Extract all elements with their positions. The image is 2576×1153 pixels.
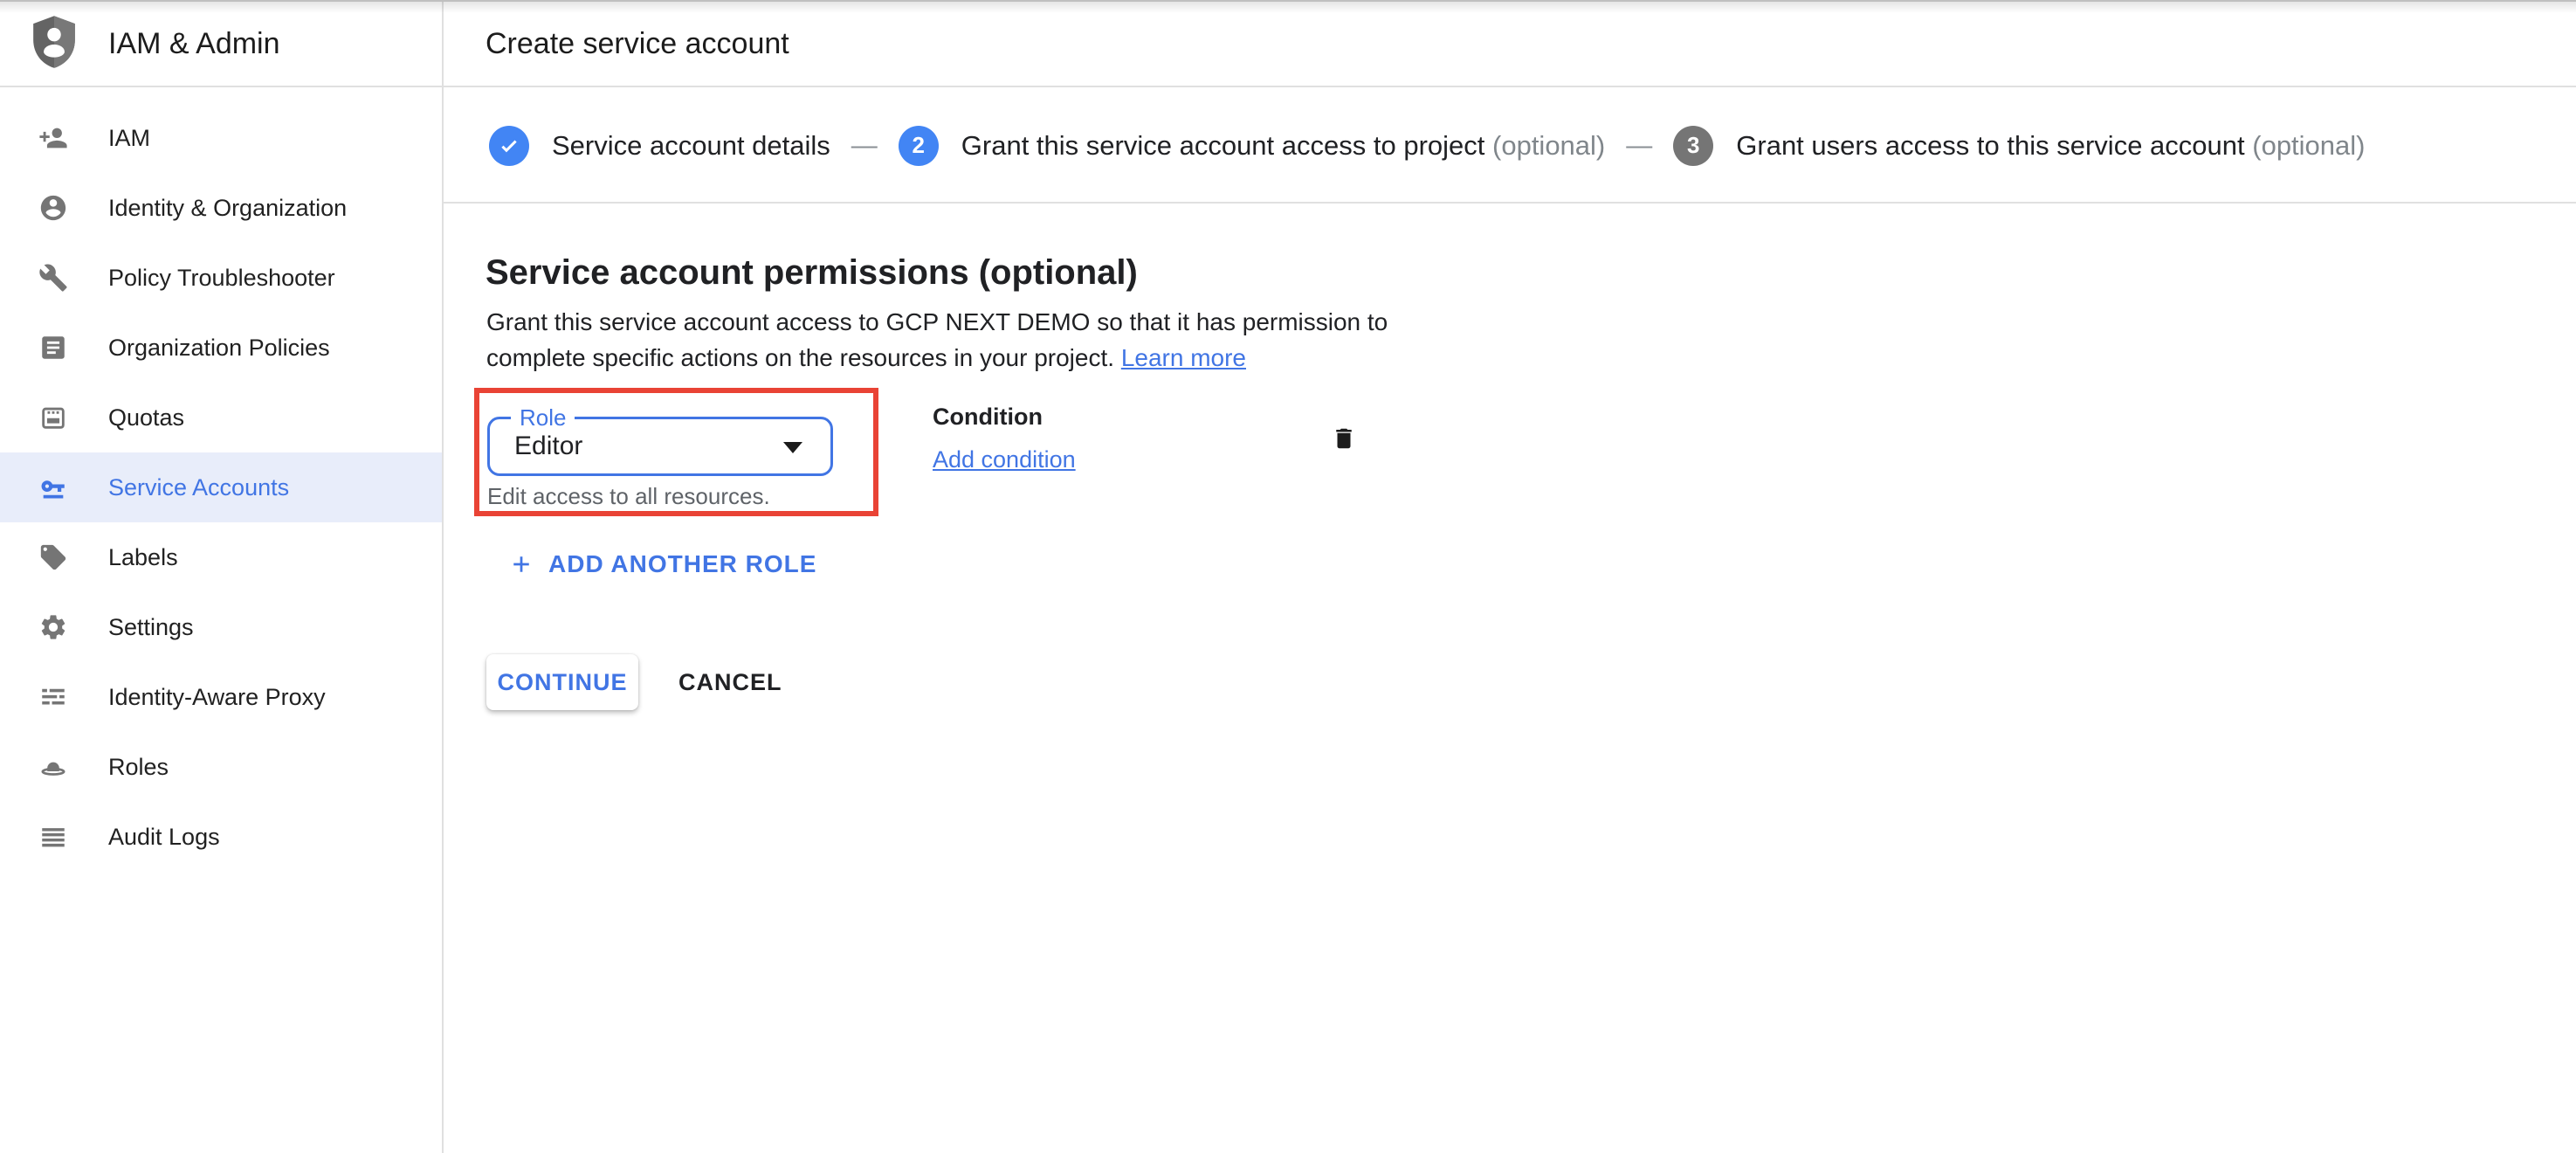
description-line2: complete specific actions on the resourc… — [486, 344, 1246, 371]
step-optional-tag: (optional) — [1492, 129, 1606, 161]
stepper: Service account details — 2 Grant this s… — [444, 89, 2576, 204]
sidebar-item-identity-aware-proxy[interactable]: Identity-Aware Proxy — [0, 662, 442, 732]
key-icon — [38, 473, 68, 502]
sidebar-divider — [442, 0, 444, 1153]
add-another-role-label: ADD ANOTHER ROLE — [548, 550, 817, 577]
sidebar-item-label: Identity-Aware Proxy — [108, 683, 326, 710]
cancel-button[interactable]: CANCEL — [678, 669, 782, 696]
sidebar-item-label: Audit Logs — [108, 823, 220, 850]
step-number-badge: 3 — [1673, 125, 1714, 166]
person-add-icon — [38, 123, 68, 153]
tag-icon — [38, 542, 68, 572]
sidebar-item-service-accounts[interactable]: Service Accounts — [0, 452, 442, 522]
sidebar-item-label: Roles — [108, 753, 169, 780]
iap-stripes-icon — [38, 682, 68, 712]
step-separator: — — [851, 130, 878, 160]
plus-icon — [508, 551, 534, 577]
sidebar-item-audit-logs[interactable]: Audit Logs — [0, 802, 442, 872]
sidebar-item-iam[interactable]: IAM — [0, 103, 442, 173]
sidebar-item-label: Service Accounts — [108, 473, 290, 501]
description-line1: Grant this service account access to GCP… — [486, 308, 1388, 335]
product-title: IAM & Admin — [108, 26, 280, 60]
annotation-highlight-box — [474, 388, 878, 516]
sidebar-item-settings[interactable]: Settings — [0, 592, 442, 662]
sidebar-item-organization-policies[interactable]: Organization Policies — [0, 313, 442, 383]
delete-role-button[interactable] — [1329, 424, 1359, 457]
sidebar-item-label: Policy Troubleshooter — [108, 264, 335, 291]
learn-more-link[interactable]: Learn more — [1121, 344, 1246, 371]
step-label: Grant this service account access to pro… — [961, 129, 1485, 161]
sidebar-item-quotas[interactable]: Quotas — [0, 383, 442, 452]
app-header: IAM & Admin Create service account — [0, 0, 2576, 87]
step-grant-users-access[interactable]: 3 Grant users access to this service acc… — [1673, 125, 2366, 166]
sidebar-item-identity-organization[interactable]: Identity & Organization — [0, 173, 442, 243]
check-icon — [489, 125, 529, 166]
shield-person-icon — [29, 15, 79, 73]
top-edge-line — [0, 0, 2576, 2]
add-another-role-button[interactable]: ADD ANOTHER ROLE — [508, 545, 816, 583]
add-condition-link[interactable]: Add condition — [933, 446, 1076, 473]
wrench-icon — [38, 263, 68, 293]
trash-icon — [1336, 428, 1352, 449]
quotas-icon — [38, 403, 68, 432]
gear-icon — [38, 612, 68, 642]
continue-button[interactable]: CONTINUE — [486, 654, 638, 710]
sidebar-item-label: Settings — [108, 613, 194, 640]
sidebar-item-roles[interactable]: Roles — [0, 732, 442, 802]
sidebar-item-label: Organization Policies — [108, 334, 330, 361]
step-service-account-details[interactable]: Service account details — [489, 125, 830, 166]
step-number-badge: 2 — [898, 125, 939, 166]
hat-icon — [38, 752, 68, 782]
step-label: Service account details — [552, 129, 830, 161]
product-brand: IAM & Admin — [29, 0, 280, 87]
step-optional-tag: (optional) — [2252, 129, 2366, 161]
list-lines-icon — [38, 822, 68, 852]
sidebar-item-label: Quotas — [108, 404, 185, 431]
page-title: Create service account — [486, 26, 789, 60]
sidebar-item-label: IAM — [108, 124, 151, 151]
sidebar-item-label: Labels — [108, 543, 178, 570]
identity-person-icon — [38, 193, 68, 223]
sidebar-item-policy-troubleshooter[interactable]: Policy Troubleshooter — [0, 243, 442, 313]
form-actions: CONTINUE CANCEL — [486, 654, 782, 710]
sidebar-item-label: Identity & Organization — [108, 194, 348, 221]
step-separator: — — [1626, 130, 1653, 160]
step-label: Grant users access to this service accou… — [1736, 129, 2245, 161]
section-description: Grant this service account access to GCP… — [486, 304, 1388, 376]
document-icon — [38, 333, 68, 362]
sidebar-item-labels[interactable]: Labels — [0, 522, 442, 592]
condition-label: Condition — [933, 404, 1043, 430]
section-heading: Service account permissions (optional) — [486, 253, 1138, 292]
step-grant-access-to-project[interactable]: 2 Grant this service account access to p… — [898, 125, 1606, 166]
sidebar: IAM Identity & Organization Policy Troub… — [0, 89, 442, 1153]
